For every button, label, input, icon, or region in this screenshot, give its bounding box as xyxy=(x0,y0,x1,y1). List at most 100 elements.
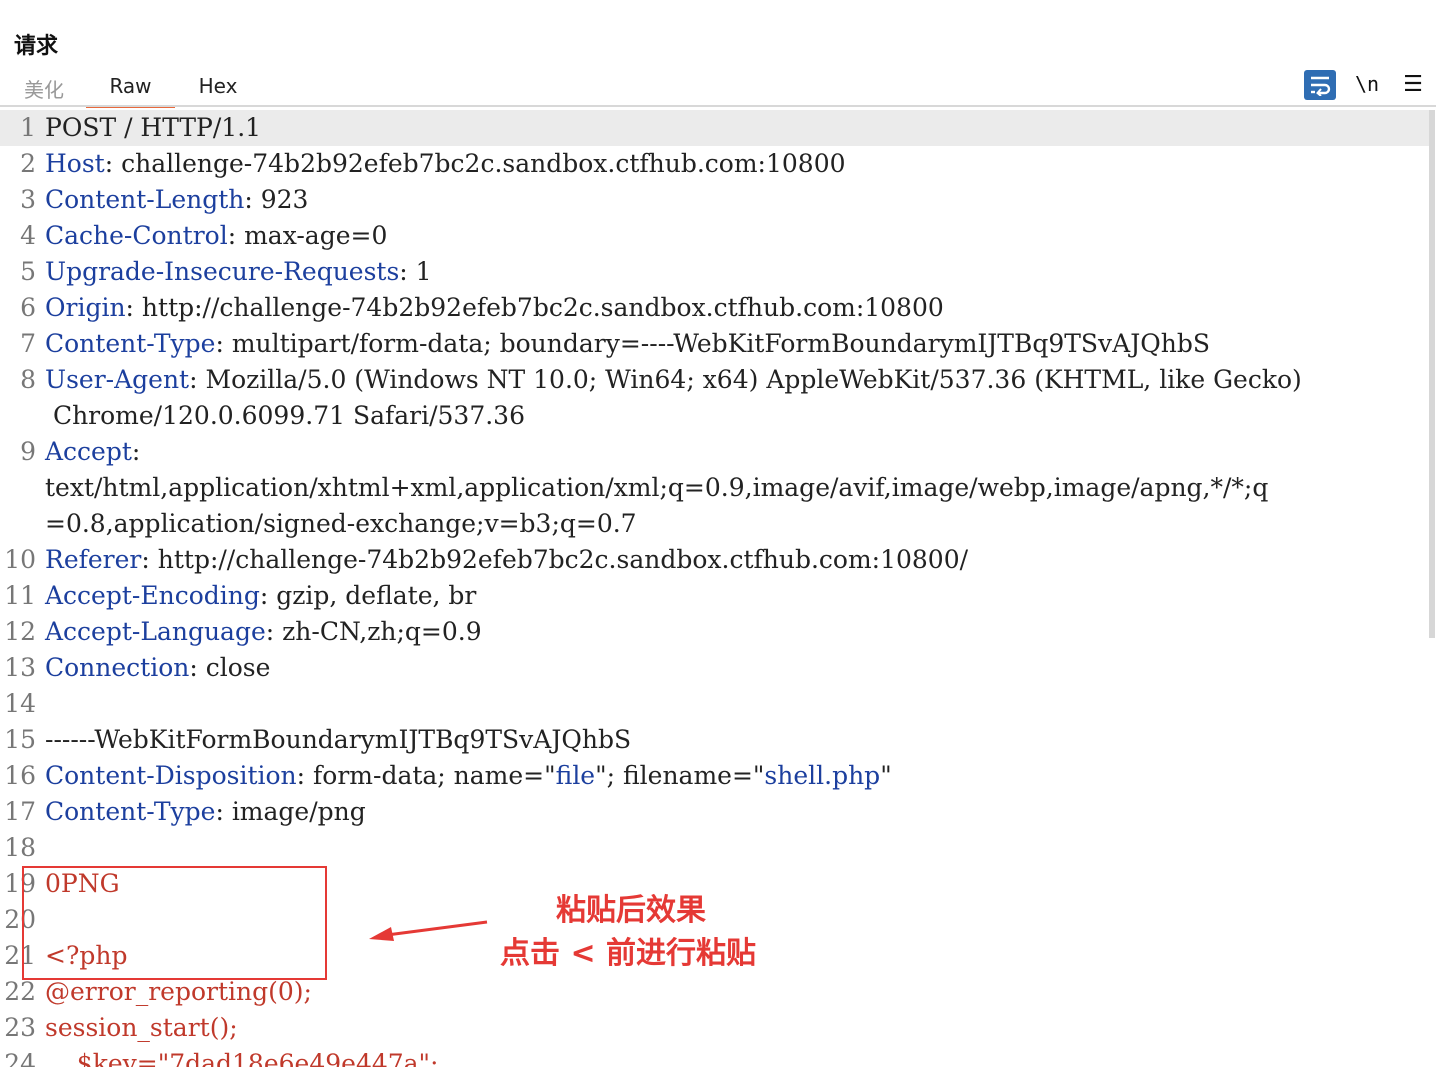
header-value: "; filename=" xyxy=(595,761,765,790)
header-value: ------WebKitFormBoundarymIJTBq9TSvAJQhbS xyxy=(45,725,632,754)
header-separator: : xyxy=(131,437,141,466)
header-separator: : xyxy=(265,617,283,646)
header-value: multipart/form-data; boundary=----WebKit… xyxy=(231,329,1210,358)
code-line: 10 Referer: http://challenge-74b2b92efeb7… xyxy=(0,542,1430,578)
header-value: : form-data; name=" xyxy=(296,761,556,790)
header-value: gzip, deflate, br xyxy=(276,581,477,610)
code-line: 12 Accept-Language: zh-CN,zh;q=0.9 xyxy=(0,614,1430,650)
line-number: 23 xyxy=(4,1013,36,1042)
line-number: 8 xyxy=(20,365,36,394)
header-separator: : xyxy=(215,797,232,826)
header-name: Connection xyxy=(45,653,190,682)
line-number: 12 xyxy=(4,617,36,646)
line-content: User-Agent: Mozilla/5.0 (Windows NT 10.0… xyxy=(45,362,1302,398)
header-value: 1 xyxy=(415,257,432,286)
line-number: 18 xyxy=(4,833,36,862)
line-number: 2 xyxy=(20,149,36,178)
header-name: Content-Type xyxy=(45,797,216,826)
code-line: 9 Accept: xyxy=(0,434,1430,470)
annotation-arrow xyxy=(369,920,488,941)
code-line: 13 Connection: close xyxy=(0,650,1430,686)
header-value: http://challenge-74b2b92efeb7bc2c.sandbo… xyxy=(141,293,944,322)
wrap-lines-icon xyxy=(1311,76,1331,96)
header-separator: : xyxy=(189,365,206,394)
tab-raw[interactable]: Raw xyxy=(86,74,175,108)
header-name: Content-Type xyxy=(45,329,216,358)
line-number: 15 xyxy=(4,725,36,754)
code-line: 4 Cache-Control: max-age=0 xyxy=(0,218,1430,254)
string-value: shell.php xyxy=(764,761,881,790)
line-content: Accept: xyxy=(45,434,140,470)
header-separator: : xyxy=(227,221,245,250)
header-name: Accept-Encoding xyxy=(45,581,260,610)
line-content: Content-Type: image/png xyxy=(45,794,366,830)
header-value: zh-CN,zh;q=0.9 xyxy=(282,617,482,646)
code-line: 18 xyxy=(0,830,1430,866)
code-line: Chrome/120.0.6099.71 Safari/537.36 xyxy=(0,398,1430,434)
code-line: 11 Accept-Encoding: gzip, deflate, br xyxy=(0,578,1430,614)
tab-hex[interactable]: Hex xyxy=(194,74,242,106)
header-name: Cache-Control xyxy=(45,221,228,250)
header-value: " xyxy=(880,761,892,790)
line-number: 13 xyxy=(4,653,36,682)
tab-pretty[interactable]: 美化 xyxy=(22,74,66,106)
code-line: 17 Content-Type: image/png xyxy=(0,794,1430,830)
header-separator: : xyxy=(244,185,261,214)
line-content: POST / HTTP/1.1 xyxy=(45,110,261,146)
code-line: 15 ------WebKitFormBoundarymIJTBq9TSvAJQh… xyxy=(0,722,1430,758)
line-number: 7 xyxy=(20,329,36,358)
header-value: Mozilla/5.0 (Windows NT 10.0; Win64; x64… xyxy=(205,365,1302,394)
line-number: 5 xyxy=(20,257,36,286)
panel-title: 请求 xyxy=(14,34,59,59)
header-separator: : xyxy=(215,329,232,358)
code-line: 6 Origin: http://challenge-74b2b92efeb7bc… xyxy=(0,290,1430,326)
header-value: max-age=0 xyxy=(244,221,388,250)
line-number: 6 xyxy=(20,293,36,322)
scrollbar[interactable] xyxy=(1429,110,1435,638)
header-name: Host xyxy=(45,149,105,178)
line-number: 24 xyxy=(4,1049,36,1067)
code-line: 1 POST / HTTP/1.1 xyxy=(0,110,1430,146)
code-line: 16 Content-Disposition: form-data; name="… xyxy=(0,758,1430,794)
body-content: session_start(); xyxy=(45,1013,238,1042)
code-line: 14 xyxy=(0,686,1430,722)
code-line: 2 Host: challenge-74b2b92efeb7bc2c.sandbo… xyxy=(0,146,1430,182)
line-number: 4 xyxy=(20,221,36,250)
line-content: Cache-Control: max-age=0 xyxy=(45,218,387,254)
line-number: 14 xyxy=(4,689,36,718)
header-name: Referer xyxy=(45,545,142,574)
code-line: 3 Content-Length: 923 xyxy=(0,182,1430,218)
line-content: =0.8,application/signed-exchange;v=b3;q=… xyxy=(45,506,637,542)
code-line: 24 $key="7dad18e6e49e447a"; xyxy=(0,1046,1430,1067)
line-content: Accept-Encoding: gzip, deflate, br xyxy=(45,578,476,614)
header-name: Accept xyxy=(45,437,132,466)
wrap-lines-button[interactable] xyxy=(1304,70,1336,100)
code-line: 7 Content-Type: multipart/form-data; boun… xyxy=(0,326,1430,362)
line-content: Accept-Language: zh-CN,zh;q=0.9 xyxy=(45,614,482,650)
line-number: 11 xyxy=(4,581,36,610)
tab-divider xyxy=(0,105,1436,107)
line-content: Chrome/120.0.6099.71 Safari/537.36 xyxy=(45,398,525,434)
menu-button[interactable]: ☰ xyxy=(1398,70,1428,98)
line-content: Connection: close xyxy=(45,650,270,686)
show-newlines-button[interactable]: \n xyxy=(1352,70,1382,98)
line-content: Content-Disposition: form-data; name="fi… xyxy=(45,758,892,794)
hamburger-menu-icon: ☰ xyxy=(1403,71,1423,97)
line-number: 17 xyxy=(4,797,36,826)
header-name: User-Agent xyxy=(45,365,190,394)
line-number: 16 xyxy=(4,761,36,790)
line-content: Origin: http://challenge-74b2b92efeb7bc2… xyxy=(45,290,944,326)
header-value: image/png xyxy=(231,797,366,826)
line-content: Referer: http://challenge-74b2b92efeb7bc… xyxy=(45,542,968,578)
line-number: 10 xyxy=(4,545,36,574)
header-name: Upgrade-Insecure-Requests xyxy=(45,257,400,286)
header-value: text/html,application/xhtml+xml,applicat… xyxy=(45,473,1269,502)
annotation-box xyxy=(22,866,327,980)
header-name: Accept-Language xyxy=(45,617,266,646)
header-value: Chrome/120.0.6099.71 Safari/537.36 xyxy=(45,401,525,430)
line-content: Host: challenge-74b2b92efeb7bc2c.sandbox… xyxy=(45,146,846,182)
line-content: ------WebKitFormBoundarymIJTBq9TSvAJQhbS xyxy=(45,722,631,758)
header-value: =0.8,application/signed-exchange;v=b3;q=… xyxy=(45,509,637,538)
line-number: 3 xyxy=(20,185,36,214)
string-value: file xyxy=(555,761,596,790)
